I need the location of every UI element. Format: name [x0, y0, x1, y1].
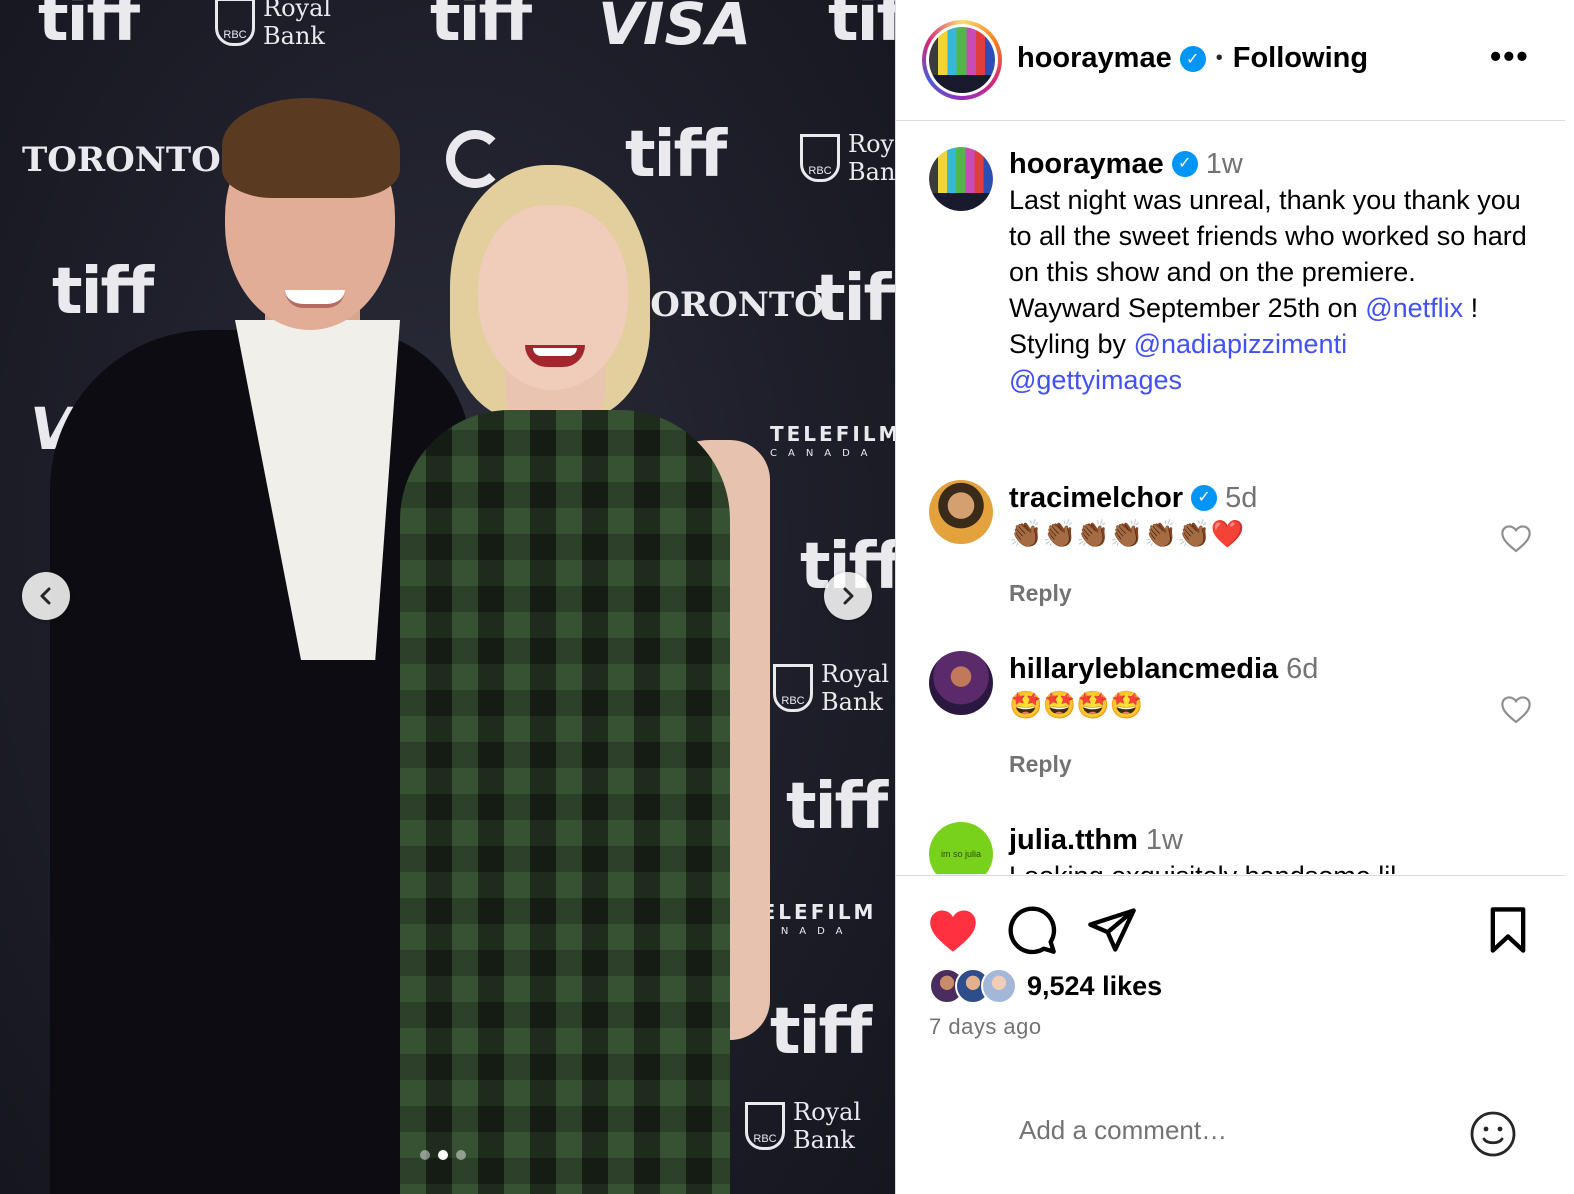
carousel-next-button[interactable] — [824, 572, 872, 620]
tv-color-bars-avatar-icon — [929, 27, 995, 93]
comment-time[interactable]: 1w — [1146, 822, 1183, 858]
comment-item: tracimelchor ✓ 5d 👏🏾👏🏾👏🏾👏🏾👏🏾👏🏾❤️ Reply — [1009, 480, 1529, 607]
backdrop-logo-tiff: tiff — [786, 770, 888, 844]
person-right-plaid-dress — [400, 410, 730, 1194]
backdrop-text-royal: Royal — [848, 130, 895, 158]
backdrop-logo-telefilm: TELEFILM CANADA — [770, 424, 895, 464]
backdrop-logo-visa: VISA — [598, 0, 752, 58]
comment-time[interactable]: 5d — [1225, 480, 1257, 516]
backdrop-logo-rbc: RBC RoyalBank — [773, 660, 889, 716]
chevron-right-icon — [843, 587, 854, 605]
backdrop-text-telefilm: TELEFILM — [770, 422, 895, 446]
post-side-panel: hooraymae ✓ • Following ••• hooraymae ✓ … — [895, 0, 1574, 1194]
like-heart-filled-icon[interactable] — [927, 904, 979, 956]
backdrop-text-bank: Bank — [848, 158, 895, 186]
liker-avatar — [981, 968, 1017, 1004]
backdrop-logo-rbc: RBC RoyalBank — [215, 0, 331, 50]
chevron-left-icon — [40, 587, 51, 605]
backdrop-logo-toronto: TORONTO — [625, 285, 824, 325]
backdrop-logo-tiff: tiff — [828, 0, 895, 56]
share-paper-plane-icon[interactable] — [1086, 904, 1138, 956]
likes-count[interactable]: 9,524 likes — [1027, 971, 1162, 1002]
mention-link[interactable]: @gettyimages — [1009, 365, 1182, 395]
caption-line-end: ! — [1463, 293, 1479, 323]
following-button[interactable]: Following — [1233, 42, 1368, 75]
rbc-shield-icon: RBC — [773, 664, 813, 712]
comments-list[interactable]: hooraymae ✓ 1w Last night was unreal, th… — [896, 122, 1565, 874]
backdrop-text-bank: Bank — [793, 1126, 855, 1154]
comment-text: 🤩🤩🤩🤩 — [1009, 690, 1144, 720]
comment-like-heart-icon[interactable] — [1499, 523, 1533, 553]
comment-item: hillaryleblancmedia 6d 🤩🤩🤩🤩 Reply — [1009, 651, 1529, 778]
backdrop-logo-toronto: TORONTO — [22, 140, 221, 180]
caption-text: Last night was unreal, thank you thank y… — [1009, 182, 1529, 398]
tv-color-bars-avatar-icon — [929, 147, 993, 211]
comment-text: Looking exquisitely handsome lil — [1009, 858, 1529, 874]
comment-avatar[interactable] — [929, 651, 993, 715]
caption-line: Last night was unreal, thank you thank y… — [1009, 185, 1527, 287]
caption-line: Wayward September 25th on — [1009, 293, 1366, 323]
rbc-shield-icon: RBC — [800, 134, 840, 182]
backdrop-text-royal: Royal — [793, 1098, 862, 1126]
tiff-ring-icon — [446, 130, 504, 188]
carousel-prev-button[interactable] — [22, 572, 70, 620]
comment-bubble-icon[interactable] — [1006, 904, 1058, 956]
reply-button[interactable]: Reply — [1009, 751, 1529, 778]
backdrop-text-canada: CANADA — [770, 448, 879, 459]
backdrop-text-bank: Bank — [821, 688, 883, 716]
caption-avatar[interactable] — [929, 147, 993, 211]
header-username[interactable]: hooraymae — [1017, 42, 1172, 75]
verified-badge-icon: ✓ — [1179, 45, 1206, 72]
backdrop-logo-tiff: tiff — [770, 995, 872, 1069]
add-comment-input[interactable]: Add a comment… — [1019, 1115, 1227, 1146]
backdrop-logo-tiff: tiff — [815, 262, 895, 336]
header-avatar[interactable] — [922, 20, 1002, 100]
carousel-dot[interactable] — [456, 1150, 466, 1160]
backdrop-logo-rbc: RBC RoyalBank — [800, 130, 895, 186]
caption-username[interactable]: hooraymae — [1009, 146, 1164, 182]
comment-time[interactable]: 6d — [1286, 651, 1318, 687]
rbc-shield-icon: RBC — [215, 0, 255, 46]
backdrop-text-bank: Bank — [263, 22, 325, 50]
backdrop-text-royal: Royal — [821, 660, 890, 688]
caption: hooraymae ✓ 1w Last night was unreal, th… — [1009, 146, 1529, 398]
caption-line: Styling by — [1009, 329, 1134, 359]
carousel-dot-active[interactable] — [438, 1150, 448, 1160]
mention-link[interactable]: @nadiapizzimenti — [1134, 329, 1348, 359]
reply-button[interactable]: Reply — [1009, 580, 1529, 607]
likes-summary: 9,524 likes — [929, 968, 1162, 1004]
save-bookmark-icon[interactable] — [1482, 904, 1534, 956]
verified-badge-icon: ✓ — [1171, 151, 1198, 177]
emoji-smiley-icon[interactable] — [1469, 1110, 1517, 1158]
header-user-row: hooraymae ✓ • Following — [1017, 42, 1368, 75]
backdrop-logo-rbc: RBC RoyalBank — [745, 1098, 861, 1154]
header-separator: • — [1215, 47, 1223, 69]
comment-text: 👏🏾👏🏾👏🏾👏🏾👏🏾👏🏾❤️ — [1009, 519, 1245, 549]
comment-avatar[interactable] — [929, 480, 993, 544]
rbc-shield-icon: RBC — [745, 1102, 785, 1150]
comment-like-heart-icon[interactable] — [1499, 694, 1533, 724]
backdrop-logo-tiff: tiff — [52, 255, 154, 329]
comment-item: julia.tthm 1w Looking exquisitely handso… — [1009, 822, 1529, 874]
comment-username[interactable]: tracimelchor — [1009, 480, 1183, 516]
backdrop-logo-tiff: tiff — [430, 0, 532, 56]
comment-avatar[interactable]: im so julia — [929, 822, 993, 874]
post-date[interactable]: 7 days ago — [929, 1014, 1042, 1040]
verified-badge-icon: ✓ — [1191, 485, 1218, 511]
person-left-smile — [285, 290, 345, 308]
mention-link[interactable]: @netflix — [1365, 293, 1463, 323]
caption-time[interactable]: 1w — [1206, 146, 1243, 182]
comment-username[interactable]: julia.tthm — [1009, 822, 1138, 858]
person-left-hair — [222, 98, 400, 198]
backdrop-logo-tiff: tiff — [38, 0, 140, 56]
carousel-dots — [420, 1150, 466, 1160]
backdrop-logo-tiff: tiff — [625, 118, 727, 192]
carousel-dot[interactable] — [420, 1150, 430, 1160]
post-photo[interactable]: tiff RBCRoyalBank tiff VISA tiff TORONTO… — [0, 0, 895, 1194]
comment-username[interactable]: hillaryleblancmedia — [1009, 651, 1278, 687]
backdrop-text-royal: Royal — [263, 0, 332, 22]
post-header: hooraymae ✓ • Following ••• — [896, 0, 1565, 121]
more-options-icon[interactable]: ••• — [1490, 40, 1530, 72]
